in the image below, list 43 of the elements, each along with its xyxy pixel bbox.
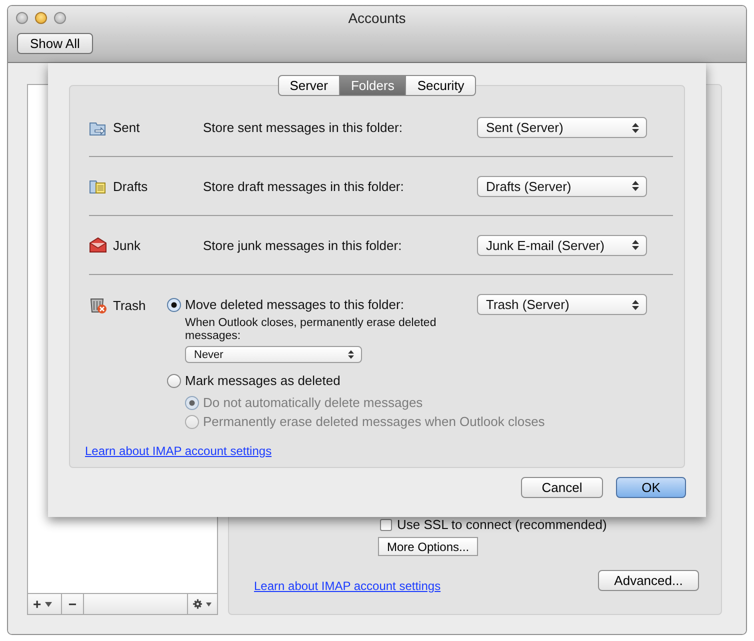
folder-name: Junk [113,238,140,252]
folder-dropdown[interactable]: Sent (Server) [477,117,647,138]
folder-dropdown[interactable]: Junk E-mail (Server) [477,234,647,256]
tab[interactable]: Folders [340,75,406,96]
folder-name: Trash [113,298,146,312]
tab[interactable]: Security [406,75,476,96]
imap-settings-link[interactable]: Learn about IMAP account settings [254,579,441,593]
folder-dropdown[interactable]: Drafts (Server) [477,176,647,196]
dialog-button[interactable]: Cancel [521,477,603,498]
show-all-button[interactable]: Show All [17,33,93,54]
ssl-label: Use SSL to connect (recommended) [397,517,607,532]
erase-dropdown[interactable]: Never [185,346,362,363]
gear-icon [193,598,202,610]
window-title: Accounts [347,10,407,26]
sent-folder-icon [89,120,107,136]
up-down-arrows-icon [632,240,639,250]
move-deleted-radio[interactable]: Move deleted messages to this folder: [167,297,477,312]
more-options-button[interactable]: More Options... [378,537,478,556]
envelope-icon [89,237,107,253]
folder-name: Drafts [113,178,148,194]
zoom-button[interactable] [54,12,66,24]
dialog-button[interactable]: OK [616,477,686,498]
folder-label: Store draft messages in this folder: [203,178,405,194]
folder-label: Store junk messages in this folder: [203,238,403,252]
drafts-folder-icon [89,178,107,194]
minimize-button[interactable] [35,12,47,24]
up-down-arrows-icon [632,300,639,310]
caret-icon [45,602,52,606]
up-down-arrows-icon [632,122,639,132]
mark-deleted-radio[interactable]: Mark messages as deleted [167,373,647,388]
up-down-arrows-icon [348,350,354,359]
imap-settings-link[interactable]: Learn about IMAP account settings [85,444,272,458]
tab[interactable]: Server [278,75,340,96]
ssl-checkbox[interactable] [380,518,392,530]
up-down-arrows-icon [632,181,639,191]
caret-icon [206,602,212,606]
erase-note: When Outlook closes, permanently erase deleted messages: [185,317,438,343]
folder-dropdown[interactable]: Trash (Server) [477,294,647,315]
close-button[interactable] [16,12,28,24]
advanced-button[interactable]: Advanced... [598,570,699,590]
trash-can-icon [89,296,107,314]
folder-name: Sent [113,120,140,135]
folder-label: Store sent messages in this folder: [203,120,404,135]
